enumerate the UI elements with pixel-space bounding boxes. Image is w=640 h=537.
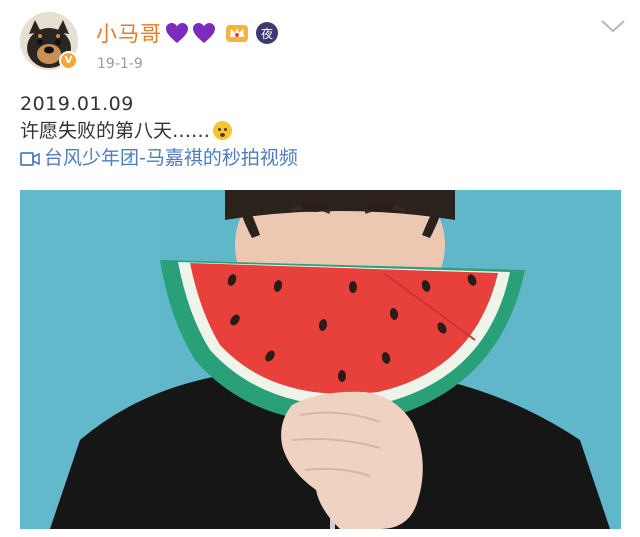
post-content: 2019.01.09 许愿失败的第八天…… 台风少年团-马嘉祺的秒拍视频: [20, 91, 620, 172]
chevron-down-icon[interactable]: [600, 18, 626, 34]
video-icon: [20, 151, 40, 166]
name-row: 小马哥 夜: [96, 18, 278, 48]
content-text: 许愿失败的第八天……: [20, 120, 211, 142]
post-date: 19-1-9: [97, 56, 143, 72]
content-date: 2019.01.09: [20, 93, 134, 115]
video-thumbnail[interactable]: [20, 190, 621, 529]
content-text-line: 许愿失败的第八天……: [20, 118, 620, 145]
username[interactable]: 小马哥: [96, 18, 162, 48]
verified-badge: V: [59, 51, 78, 70]
video-link-label: 台风少年团-马嘉祺的秒拍视频: [44, 147, 298, 169]
purple-heart-icon: [166, 23, 188, 43]
crown-badge-icon[interactable]: [225, 22, 249, 44]
upside-down-face-emoji: [213, 121, 233, 140]
video-link[interactable]: 台风少年团-马嘉祺的秒拍视频: [20, 145, 620, 172]
verified-label: V: [64, 54, 73, 66]
purple-heart-icon: [193, 23, 215, 43]
post-header: V 小马哥 夜 19-1-9: [0, 0, 640, 84]
night-badge-icon[interactable]: 夜: [256, 22, 278, 44]
watermelon-photo: [20, 190, 621, 529]
night-badge-label: 夜: [260, 26, 273, 41]
